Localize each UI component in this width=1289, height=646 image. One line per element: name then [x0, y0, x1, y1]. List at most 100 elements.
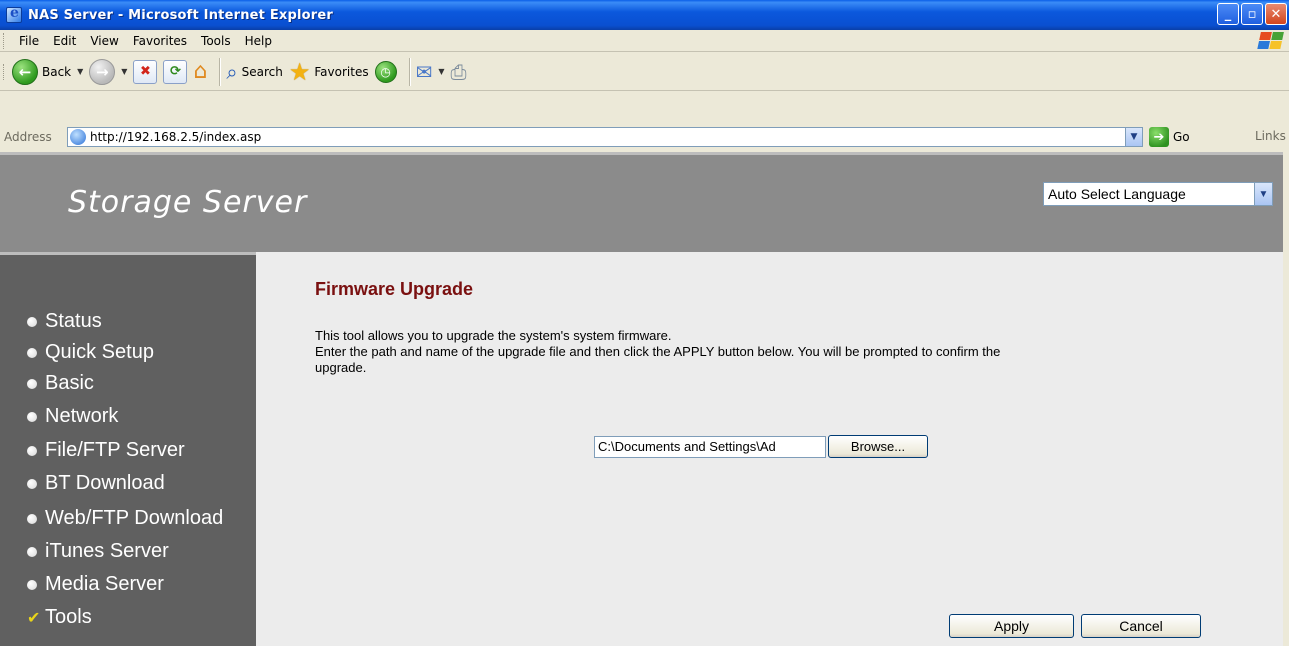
- mail-button[interactable]: ✉ ▼: [416, 60, 445, 84]
- forward-arrow-icon: →: [89, 58, 116, 85]
- toolbar-grip: [3, 63, 6, 80]
- bullet-icon: [27, 478, 37, 489]
- web-page: Storage Server Auto Select Language ▼ St…: [0, 152, 1283, 646]
- links-label[interactable]: Links: [1255, 129, 1286, 143]
- language-select[interactable]: Auto Select Language ▼: [1043, 182, 1273, 206]
- search-label: Search: [241, 64, 283, 79]
- page-ie-icon: [70, 129, 86, 145]
- address-url: http://192.168.2.5/index.asp: [90, 130, 262, 144]
- bullet-icon: [27, 445, 37, 456]
- history-button[interactable]: ◷: [374, 60, 397, 83]
- bullet-icon: [27, 411, 37, 422]
- description-line-3: upgrade.: [315, 360, 367, 375]
- window-controls: _ ▫ ✕: [1217, 3, 1287, 25]
- description-line-2: Enter the path and name of the upgrade f…: [315, 344, 1001, 359]
- back-button[interactable]: ← Back ▼: [12, 58, 83, 85]
- minimize-button[interactable]: _: [1217, 3, 1239, 25]
- toolbar: ← Back ▼ → ▼ ✖ ⟳ ⌂ ⌕ Search ★ Favorites …: [0, 53, 1289, 91]
- menu-favorites[interactable]: Favorites: [126, 34, 194, 48]
- sidebar-item-network[interactable]: Network: [27, 405, 118, 428]
- history-icon: ◷: [374, 60, 397, 83]
- firmware-file-input[interactable]: C:\Documents and Settings\Ad: [594, 436, 826, 458]
- search-button[interactable]: ⌕ Search: [226, 60, 282, 84]
- sidebar-item-label: File/FTP Server: [45, 439, 185, 461]
- sidebar-item-file-ftp-server[interactable]: File/FTP Server: [27, 439, 185, 462]
- favorites-button[interactable]: ★ Favorites: [289, 60, 369, 84]
- home-button[interactable]: ⌂: [193, 59, 207, 84]
- sidebar: Status Quick Setup Basic Network File/FT…: [0, 252, 256, 646]
- sidebar-item-label: Quick Setup: [45, 341, 154, 363]
- stop-icon: ✖: [133, 59, 158, 84]
- menu-grip: [3, 32, 6, 49]
- back-dropdown-icon[interactable]: ▼: [77, 67, 83, 76]
- chevron-down-icon[interactable]: ▼: [1254, 183, 1272, 205]
- sidebar-item-label: BT Download: [45, 472, 165, 494]
- banner: Storage Server Auto Select Language ▼: [0, 152, 1283, 252]
- menu-edit[interactable]: Edit: [46, 34, 83, 48]
- sidebar-item-bt-download[interactable]: BT Download: [27, 472, 165, 495]
- toolbar-separator: [219, 57, 221, 86]
- go-arrow-icon: ➔: [1149, 127, 1169, 147]
- banner-title: Storage Server: [68, 185, 308, 220]
- sidebar-item-label: Status: [45, 310, 102, 332]
- address-dropdown-icon[interactable]: ▼: [1125, 128, 1142, 146]
- window-right-edge: [1283, 152, 1289, 646]
- sidebar-item-web-ftp-download[interactable]: Web/FTP Download: [27, 507, 223, 530]
- address-label: Address: [4, 130, 52, 144]
- go-button[interactable]: ➔ Go: [1149, 127, 1190, 147]
- go-label: Go: [1173, 130, 1190, 144]
- checkmark-icon: ✔: [27, 609, 41, 627]
- main-content: Firmware Upgrade This tool allows you to…: [256, 252, 1283, 646]
- sidebar-item-quick-setup[interactable]: Quick Setup: [27, 341, 154, 364]
- menu-bar: File Edit View Favorites Tools Help: [0, 30, 1289, 52]
- cancel-button[interactable]: Cancel: [1081, 614, 1201, 638]
- bullet-icon: [27, 378, 37, 389]
- sidebar-item-label: Media Server: [45, 573, 164, 595]
- sidebar-item-label: Basic: [45, 372, 94, 394]
- favorites-star-icon: ★: [288, 57, 311, 86]
- back-arrow-icon: ←: [12, 58, 38, 85]
- printer-icon: ⎙: [450, 59, 467, 84]
- print-button[interactable]: ⎙: [451, 60, 467, 84]
- mail-dropdown-icon[interactable]: ▼: [438, 67, 444, 76]
- bullet-icon: [27, 546, 37, 557]
- address-input[interactable]: http://192.168.2.5/index.asp ▼: [67, 127, 1143, 147]
- sidebar-item-label: iTunes Server: [45, 540, 169, 562]
- home-icon: ⌂: [193, 59, 208, 84]
- search-icon: ⌕: [226, 59, 238, 84]
- sidebar-item-label: Web/FTP Download: [45, 507, 224, 529]
- mail-icon: ✉: [415, 59, 433, 84]
- language-selected: Auto Select Language: [1048, 186, 1186, 202]
- title-bar: NAS Server - Microsoft Internet Explorer…: [0, 0, 1289, 30]
- ie-icon: [6, 5, 22, 23]
- toolbar-separator-2: [408, 57, 410, 86]
- menu-file[interactable]: File: [12, 34, 46, 48]
- window-title: NAS Server - Microsoft Internet Explorer: [28, 7, 334, 23]
- refresh-icon: ⟳: [163, 59, 188, 84]
- maximize-button[interactable]: ▫: [1241, 3, 1263, 25]
- bullet-icon: [27, 347, 37, 358]
- sidebar-item-tools[interactable]: ✔ Tools: [27, 606, 92, 629]
- back-label: Back: [42, 64, 72, 79]
- sidebar-item-itunes-server[interactable]: iTunes Server: [27, 540, 169, 563]
- favorites-label: Favorites: [314, 64, 369, 79]
- menu-tools[interactable]: Tools: [194, 34, 238, 48]
- refresh-button[interactable]: ⟳: [163, 59, 188, 84]
- browse-button[interactable]: Browse...: [828, 435, 928, 458]
- menu-help[interactable]: Help: [238, 34, 279, 48]
- forward-button[interactable]: → ▼: [89, 58, 127, 85]
- sidebar-item-media-server[interactable]: Media Server: [27, 573, 164, 596]
- address-bar: Address http://192.168.2.5/index.asp ▼ ➔…: [0, 92, 1289, 152]
- sidebar-item-label: Tools: [45, 606, 92, 628]
- sidebar-item-label: Network: [45, 405, 119, 427]
- windows-logo-icon: [1257, 32, 1285, 50]
- bullet-icon: [27, 579, 37, 590]
- forward-dropdown-icon[interactable]: ▼: [121, 67, 127, 76]
- apply-button[interactable]: Apply: [949, 614, 1074, 638]
- sidebar-item-status[interactable]: Status: [27, 310, 102, 333]
- close-button[interactable]: ✕: [1265, 3, 1287, 25]
- menu-view[interactable]: View: [83, 34, 125, 48]
- bullet-icon: [27, 316, 37, 327]
- sidebar-item-basic[interactable]: Basic: [27, 372, 94, 395]
- stop-button[interactable]: ✖: [133, 59, 158, 84]
